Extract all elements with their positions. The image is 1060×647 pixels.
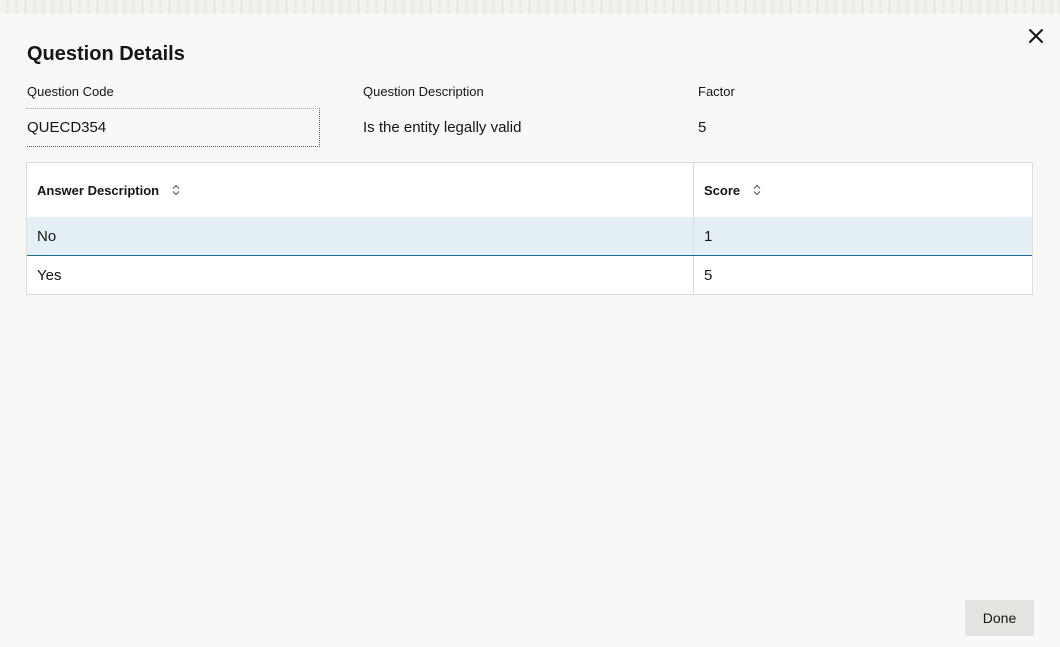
table-row[interactable]: Yes 5 [27, 256, 1032, 294]
table-row[interactable]: No 1 [27, 217, 1032, 256]
done-button[interactable]: Done [965, 600, 1034, 636]
question-description-label: Question Description [363, 84, 484, 99]
column-header-label: Score [704, 182, 741, 198]
factor-value: 5 [698, 119, 707, 136]
column-header-answer-description[interactable]: Answer Description [27, 163, 694, 217]
table-header-row: Answer Description Score [27, 163, 1032, 217]
score-cell: 5 [704, 266, 713, 284]
question-description-value: Is the entity legally valid [363, 119, 522, 136]
answer-cell: Yes [27, 256, 694, 294]
score-cell: 1 [704, 227, 713, 245]
close-icon [1029, 29, 1043, 43]
question-code-field[interactable] [27, 108, 320, 147]
close-button[interactable] [1026, 26, 1046, 46]
question-code-label: Question Code [27, 84, 114, 99]
sort-icon[interactable] [752, 184, 762, 196]
sort-icon[interactable] [171, 184, 181, 196]
answer-cell: No [27, 217, 694, 255]
dialog-title: Question Details [27, 43, 185, 65]
question-details-dialog: Question Details Question Code Question … [0, 0, 1060, 647]
column-header-score[interactable]: Score [694, 163, 1032, 217]
dialog-top-strip [0, 0, 1060, 14]
answers-table: Answer Description Score No 1 Yes 5 [26, 162, 1033, 295]
factor-label: Factor [698, 84, 735, 99]
column-header-label: Answer Description [37, 182, 160, 198]
question-code-input[interactable] [27, 109, 319, 146]
